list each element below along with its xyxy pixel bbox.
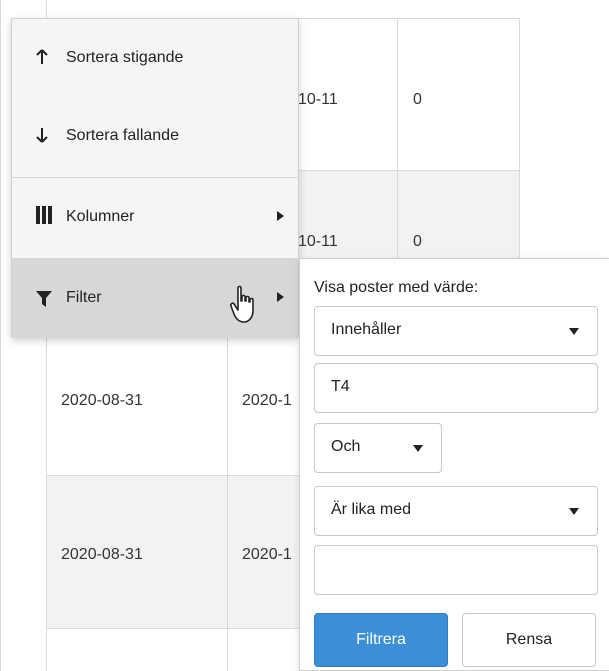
cell-text: 2020-08-31: [61, 546, 143, 563]
arrow-up-icon: [36, 49, 48, 70]
funnel-icon: [36, 291, 52, 312]
cell-text: 10-11: [298, 233, 338, 250]
table-cell: [228, 629, 308, 671]
table-cell: 0: [398, 18, 520, 171]
operator-dropdown-2[interactable]: Är lika med: [314, 486, 598, 536]
cell-text: 2020-08-31: [61, 392, 143, 409]
table-cell: 2020-08-31: [47, 316, 228, 476]
dropdown-value: Och: [331, 438, 361, 455]
caret-down-icon: [413, 445, 423, 452]
menu-item-columns[interactable]: Kolumner: [12, 178, 298, 258]
dropdown-value: Är lika med: [331, 501, 412, 518]
menu-item-sort-descending[interactable]: Sortera fallande: [12, 97, 298, 177]
table-cell: [47, 629, 228, 671]
columns-icon: [36, 206, 52, 229]
filter-button[interactable]: Filtrera: [314, 613, 448, 667]
cell-text: 0: [413, 91, 422, 108]
filter-value-input-1[interactable]: T4: [314, 363, 598, 413]
cell-text: 10-11: [298, 91, 338, 108]
chevron-right-icon: [277, 211, 284, 221]
clear-button[interactable]: Rensa: [462, 613, 596, 667]
caret-down-icon: [569, 328, 579, 335]
cell-text: 2020-1: [242, 546, 292, 563]
table-cell: 2020-1: [228, 476, 308, 629]
cell-text: 2020-1: [242, 392, 292, 409]
table-cell: 2020-08-31: [47, 476, 228, 629]
menu-item-label: Sortera fallande: [66, 127, 179, 144]
grid-line: [0, 0, 1, 671]
arrow-down-icon: [36, 127, 48, 148]
filter-value-input-2[interactable]: [314, 545, 598, 595]
operator-dropdown-1[interactable]: Innehåller: [314, 306, 598, 356]
caret-down-icon: [569, 508, 579, 515]
filter-panel: Visa poster med värde: Innehåller T4 Och…: [299, 258, 609, 671]
table-cell: 2020-1: [228, 316, 308, 476]
hand-pointer-icon: [228, 285, 264, 330]
menu-item-label: Kolumner: [66, 208, 135, 225]
logic-dropdown[interactable]: Och: [314, 423, 442, 473]
menu-item-label: Filter: [66, 289, 102, 306]
dropdown-value: Innehåller: [331, 321, 402, 338]
input-value: T4: [331, 378, 350, 395]
filter-title: Visa poster med värde:: [314, 279, 479, 296]
menu-item-label: Sortera stigande: [66, 49, 184, 66]
chevron-right-icon: [277, 292, 284, 302]
menu-item-sort-ascending[interactable]: Sortera stigande: [12, 19, 298, 99]
cell-text: 0: [413, 233, 422, 250]
